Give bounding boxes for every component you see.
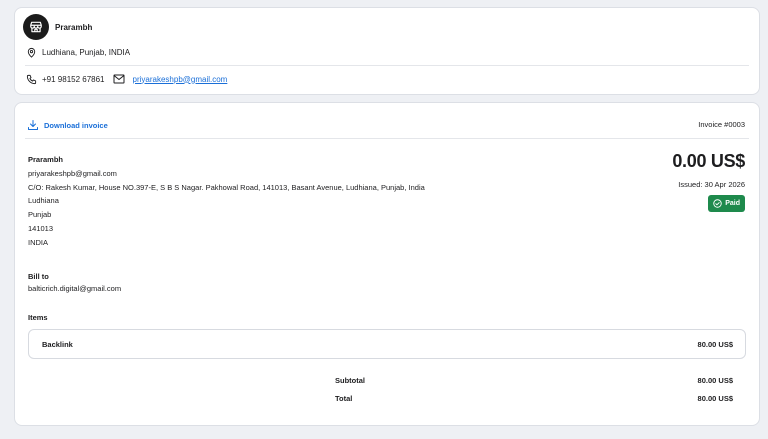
seller-location-text: Ludhiana, Punjab, INDIA xyxy=(42,47,131,57)
bill-to-email: balticrich.digital@gmail.com xyxy=(28,284,122,293)
seller-contact: +91 98152 67861 priyarakeshpb@gmail.com xyxy=(25,73,227,85)
invoice-amount: 0.00 US$ xyxy=(672,151,745,171)
seller-name: Prarambh xyxy=(55,23,93,32)
subtotal-row: Subtotal 80.00 US$ xyxy=(335,376,733,385)
seller-details: Prarambh priyarakeshpb@gmail.com C/O: Ra… xyxy=(28,153,425,250)
check-circle-icon xyxy=(713,199,722,208)
seller-email-link[interactable]: priyarakeshpb@gmail.com xyxy=(133,75,228,84)
status-badge: Paid xyxy=(708,195,745,212)
from-state: Punjab xyxy=(28,210,52,220)
phone-icon xyxy=(25,73,37,85)
divider xyxy=(25,65,749,66)
item-name: Backlink xyxy=(42,339,73,349)
list-item: Backlink 80.00 US$ xyxy=(28,329,746,359)
invoice-number: Invoice #0003 xyxy=(698,120,745,129)
issued-date: Issued: 30 Apr 2026 xyxy=(678,180,745,189)
from-address: C/O: Rakesh Kumar, House NO.397-E, S B S… xyxy=(28,182,425,192)
mail-icon xyxy=(113,73,125,85)
total-value: 80.00 US$ xyxy=(697,394,733,403)
items-heading: Items xyxy=(28,313,48,322)
from-country: INDIA xyxy=(28,237,49,247)
seller-phone: +91 98152 67861 xyxy=(42,74,105,84)
total-row: Total 80.00 US$ xyxy=(335,394,733,403)
total-label: Total xyxy=(335,394,353,403)
from-city: Ludhiana xyxy=(28,196,59,206)
from-postal: 141013 xyxy=(28,223,54,233)
seller-location: Ludhiana, Punjab, INDIA xyxy=(25,46,130,58)
from-name: Prarambh xyxy=(28,155,64,164)
from-email: priyarakeshpb@gmail.com xyxy=(28,168,117,178)
download-icon xyxy=(27,119,39,131)
download-invoice-button[interactable]: Download invoice xyxy=(27,119,108,131)
item-price: 80.00 US$ xyxy=(697,339,733,349)
status-label: Paid xyxy=(725,200,740,207)
seller-card: Prarambh Ludhiana, Punjab, INDIA +91 981… xyxy=(14,7,760,95)
location-pin-icon xyxy=(25,46,37,58)
subtotal-value: 80.00 US$ xyxy=(697,376,733,385)
subtotal-label: Subtotal xyxy=(335,376,365,385)
divider xyxy=(25,138,749,139)
download-invoice-label: Download invoice xyxy=(44,120,108,130)
invoice-card: Download invoice Invoice #0003 Prarambh … xyxy=(14,102,760,426)
store-icon xyxy=(23,14,49,40)
bill-to-heading: Bill to xyxy=(28,272,49,281)
